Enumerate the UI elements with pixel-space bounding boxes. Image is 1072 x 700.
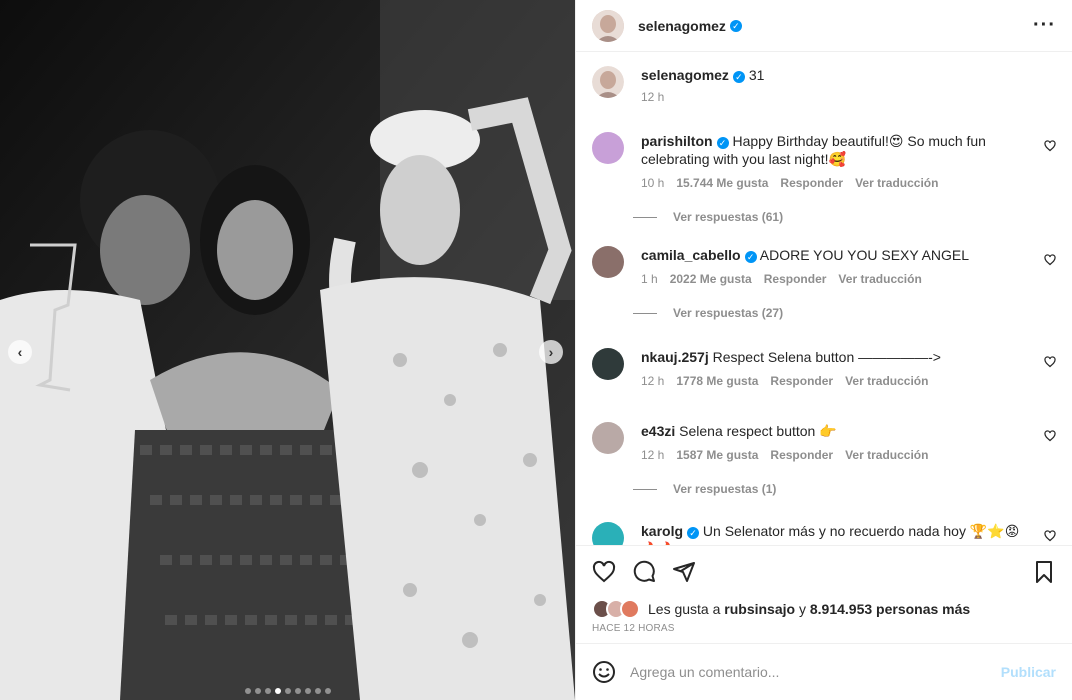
comment-like-icon[interactable] [1044, 530, 1056, 542]
comment-likes[interactable]: 1778 Me gusta [676, 374, 758, 388]
heart-icon[interactable] [592, 560, 616, 584]
chevron-right-icon: › [548, 344, 554, 360]
post-time-ago[interactable]: HACE 12 HORAS [576, 623, 1072, 643]
carousel-dot [324, 688, 331, 694]
author-avatar[interactable] [592, 9, 624, 42]
caption-username[interactable]: selenagomez [641, 67, 729, 83]
carousel-dot [294, 688, 301, 694]
likes-prefix: Les gusta a [648, 601, 721, 617]
author-avatar[interactable] [592, 66, 624, 98]
comment-likes[interactable]: 15.744 Me gusta [676, 176, 768, 190]
reply-button[interactable]: Responder [780, 176, 843, 190]
comment-username[interactable]: parishilton [641, 133, 713, 149]
translate-button[interactable]: Ver traducción [855, 176, 938, 190]
comment-like-icon[interactable] [1044, 254, 1056, 266]
comment-avatar[interactable] [592, 522, 624, 545]
comment-likes[interactable]: 2022 Me gusta [670, 272, 752, 286]
comment: e43zi Selena respect button 👉 12 h 1587 Me… [592, 422, 1056, 462]
comment-like-icon[interactable] [1044, 356, 1056, 368]
verified-badge-icon: ✓ [716, 137, 729, 149]
comment-username[interactable]: e43zi [641, 423, 675, 439]
bookmark-icon[interactable] [1032, 560, 1056, 584]
author-username[interactable]: selenagomez [638, 18, 726, 34]
comment-time[interactable]: 1 h [641, 272, 658, 286]
translate-button[interactable]: Ver traducción [845, 374, 928, 388]
comment-input[interactable] [630, 664, 1001, 680]
comment: parishilton ✓ Happy Birthday beautiful!😍 … [592, 132, 1056, 190]
carousel-next-button[interactable]: › [539, 340, 563, 364]
reply-button[interactable]: Responder [770, 374, 833, 388]
carousel-dot [264, 688, 271, 694]
comment: nkauj.257j Respect Selena button —————->… [592, 348, 1056, 388]
likes-others[interactable]: 8.914.953 personas más [810, 601, 970, 617]
carousel-dot [314, 688, 321, 694]
verified-badge-icon: ✓ [732, 71, 745, 83]
post-photo[interactable]: ‹ › [0, 0, 575, 700]
carousel-dot [304, 688, 311, 694]
more-horizontal-icon[interactable]: ··· [1033, 14, 1056, 37]
comment-username[interactable]: camila_cabello [641, 247, 741, 263]
caption: selenagomez ✓ 31 12 h [592, 66, 1056, 104]
comment-username[interactable]: nkauj.257j [641, 349, 709, 365]
comment-time[interactable]: 10 h [641, 176, 664, 190]
reply-button[interactable]: Responder [764, 272, 827, 286]
post-sidebar: selenagomez ✓ ··· selenagomez✓ 31 12 h [575, 0, 1072, 700]
verified-badge-icon: ✓ [687, 527, 700, 539]
add-comment-bar: Publicar [576, 643, 1072, 700]
carousel-indicator [0, 688, 575, 694]
comment: karolg ✓ Un Selenator más y no recuerdo n… [592, 522, 1056, 545]
view-replies-button[interactable]: Ver respuestas (27) [633, 306, 1056, 320]
comments-list: selenagomez ✓ 31 12 h parishilton ✓ Happy … [576, 52, 1072, 545]
post-header: selenagomez ✓ ··· [576, 0, 1072, 52]
action-bar [576, 545, 1072, 597]
comment-avatar[interactable] [592, 348, 624, 380]
verified-badge-icon: ✓ [729, 19, 742, 32]
reply-button[interactable]: Responder [770, 448, 833, 462]
comment-like-icon[interactable] [1044, 430, 1056, 442]
comment-time[interactable]: 12 h [641, 374, 664, 388]
comment-icon[interactable] [632, 560, 656, 584]
replies-divider [633, 216, 657, 218]
chevron-left-icon: ‹ [17, 344, 23, 360]
view-replies-label: Ver respuestas (61) [673, 210, 784, 224]
carousel-dot [274, 688, 281, 694]
comment-avatar[interactable] [592, 246, 624, 278]
comment-text: Respect Selena button —————-> [712, 349, 941, 365]
view-replies-button[interactable]: Ver respuestas (1) [633, 482, 1056, 496]
replies-divider [633, 312, 657, 314]
likes-summary: Les gusta a rubsinsajo y 8.914.953 perso… [576, 597, 1072, 621]
comment-time[interactable]: 12 h [641, 448, 664, 462]
caption-text: 31 [748, 67, 765, 83]
carousel-prev-button[interactable]: ‹ [8, 340, 32, 364]
view-replies-label: Ver respuestas (1) [673, 482, 777, 496]
liker-avatars [592, 599, 640, 619]
post-image [0, 0, 575, 700]
comment: camila_cabello ✓ ADORE YOU YOU SEXY ANGEL… [592, 246, 1056, 286]
likes-joiner: y [798, 601, 806, 617]
view-replies-button[interactable]: Ver respuestas (61) [633, 210, 1056, 224]
share-icon[interactable] [672, 560, 696, 584]
emoji-icon[interactable] [592, 660, 616, 684]
comment-text: Selena respect button 👉 [679, 423, 837, 439]
translate-button[interactable]: Ver traducción [838, 272, 921, 286]
comment-likes[interactable]: 1587 Me gusta [676, 448, 758, 462]
carousel-dot [254, 688, 261, 694]
view-replies-label: Ver respuestas (27) [673, 306, 784, 320]
comment-like-icon[interactable] [1044, 140, 1056, 152]
comment-text: ADORE YOU YOU SEXY ANGEL [759, 247, 970, 263]
translate-button[interactable]: Ver traducción [845, 448, 928, 462]
carousel-dot [284, 688, 291, 694]
caption-time[interactable]: 12 h [641, 90, 664, 104]
carousel-dot [244, 688, 251, 694]
verified-badge-icon: ✓ [744, 251, 757, 263]
comment-username[interactable]: karolg [641, 523, 683, 539]
likes-user[interactable]: rubsinsajo [724, 601, 795, 617]
comment-avatar[interactable] [592, 132, 624, 164]
liker-avatar [620, 599, 640, 619]
comment-avatar[interactable] [592, 422, 624, 454]
publish-button[interactable]: Publicar [1001, 664, 1056, 680]
replies-divider [633, 488, 657, 490]
